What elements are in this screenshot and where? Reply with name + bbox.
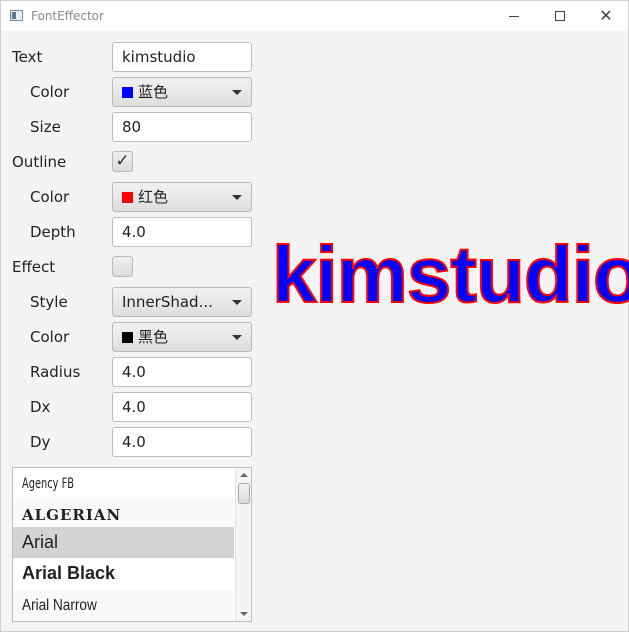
size-input[interactable]: 80 [112, 112, 252, 142]
chevron-down-icon [232, 334, 242, 340]
style-combo[interactable]: InnerShad... [112, 287, 252, 317]
text-color-value: 蓝色 [138, 84, 169, 100]
blue-swatch-icon [122, 86, 133, 98]
app-window: FontEffector ✕ Text kimstudio Color 蓝色 S… [0, 0, 629, 632]
font-list[interactable]: Agency FB ALGERIAN Arial Arial Black Ari… [12, 467, 252, 622]
chevron-down-icon [232, 89, 242, 95]
effect-color-combo[interactable]: 黑色 [112, 322, 252, 352]
font-name: ALGERIAN [22, 505, 122, 524]
minimize-button[interactable] [491, 1, 537, 31]
effect-checkbox[interactable] [112, 256, 133, 277]
outline-color-combo[interactable]: 红色 [112, 182, 252, 212]
font-name: Arial Narrow [22, 596, 97, 614]
depth-label: Depth [30, 223, 76, 241]
dy-label: Dy [30, 433, 51, 451]
depth-input[interactable]: 4.0 [112, 217, 252, 247]
scroll-up-arrow-icon[interactable] [240, 473, 248, 477]
dy-input[interactable]: 4.0 [112, 427, 252, 457]
style-label: Style [30, 293, 68, 311]
text-color-label: Color [30, 83, 70, 101]
scroll-down-arrow-icon[interactable] [240, 612, 248, 616]
title-bar[interactable]: FontEffector ✕ [1, 1, 628, 31]
font-list-item[interactable]: Arial Black [13, 558, 234, 589]
font-name: Arial [22, 532, 59, 552]
outline-color-value: 红色 [138, 189, 169, 205]
window-title: FontEffector [31, 9, 104, 23]
chevron-down-icon [232, 194, 242, 200]
maximize-button[interactable] [537, 1, 583, 31]
dx-label: Dx [30, 398, 51, 416]
minimize-icon [509, 15, 519, 17]
font-list-item-selected[interactable]: Arial [13, 527, 234, 558]
close-button[interactable]: ✕ [583, 1, 629, 31]
text-color-combo[interactable]: 蓝色 [112, 77, 252, 107]
outline-label: Outline [12, 153, 67, 171]
outline-checkbox[interactable]: ✓ [112, 151, 133, 172]
font-list-item[interactable]: Arial Narrow [13, 590, 234, 621]
chevron-down-icon [232, 299, 242, 305]
font-name: Agency FB [22, 475, 74, 492]
maximize-icon [555, 11, 565, 21]
size-label: Size [30, 118, 61, 136]
check-icon: ✓ [115, 151, 130, 171]
red-swatch-icon [122, 191, 133, 203]
radius-label: Radius [30, 363, 81, 381]
effect-label: Effect [12, 258, 56, 276]
font-list-item[interactable]: Agency FB [13, 468, 234, 499]
text-input[interactable]: kimstudio [112, 42, 252, 72]
effect-color-value: 黑色 [138, 329, 169, 345]
font-list-scrollbar[interactable] [235, 468, 251, 621]
style-value: InnerShad... [122, 294, 213, 310]
text-label: Text [12, 48, 43, 66]
app-window-icon [10, 10, 23, 21]
font-name: Arial Black [22, 563, 116, 583]
effect-color-label: Color [30, 328, 70, 346]
dx-input[interactable]: 4.0 [112, 392, 252, 422]
radius-input[interactable]: 4.0 [112, 357, 252, 387]
black-swatch-icon [122, 331, 133, 343]
font-list-item[interactable]: ALGERIAN [13, 499, 234, 530]
outline-color-label: Color [30, 188, 70, 206]
scrollbar-thumb[interactable] [238, 483, 250, 504]
preview-text: kimstudio [271, 229, 629, 320]
close-icon: ✕ [599, 6, 613, 25]
